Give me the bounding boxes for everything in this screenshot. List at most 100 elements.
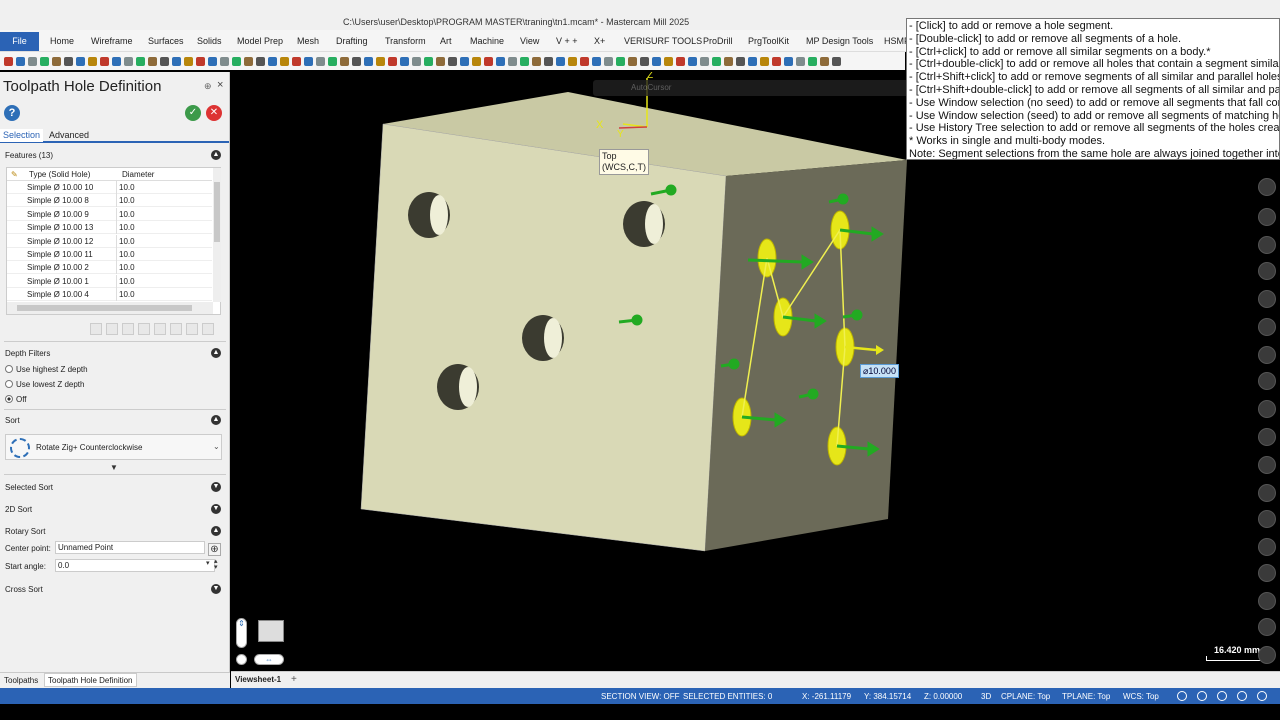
menu-xplus[interactable]: X+: [594, 36, 605, 46]
viewsheet-tab[interactable]: Viewsheet-1: [235, 675, 281, 684]
toolbar-tool-icon[interactable]: [484, 56, 493, 66]
pin-icon[interactable]: ⊕: [204, 81, 212, 92]
sort-2d-expand-icon[interactable]: ▼: [211, 504, 221, 514]
toolbar-tool-icon[interactable]: [700, 56, 709, 66]
tab-advanced[interactable]: Advanced: [46, 129, 92, 142]
toolbar-tool-icon[interactable]: [688, 56, 697, 66]
add-viewsheet-button[interactable]: +: [291, 674, 297, 685]
rotate-icon[interactable]: [236, 654, 247, 665]
tool-icon[interactable]: [1258, 510, 1276, 528]
toolbar-tool-icon[interactable]: [808, 56, 817, 66]
table-row[interactable]: Simple Ø 10.00 13 10.0: [7, 221, 212, 235]
toolbar-tool-icon[interactable]: [256, 56, 265, 66]
menu-model-prep[interactable]: Model Prep: [237, 36, 283, 46]
table-row[interactable]: Simple Ø 10.00 11 10.0: [7, 248, 212, 261]
status-section-view[interactable]: SECTION VIEW: OFF: [601, 692, 680, 701]
radio-highest-z[interactable]: Use highest Z depth: [5, 365, 88, 374]
status-cplane[interactable]: CPLANE: Top: [1001, 692, 1050, 701]
spinner-icon[interactable]: ▾: [206, 560, 210, 567]
tool-icon[interactable]: [1258, 618, 1276, 636]
tool-icon[interactable]: [1258, 400, 1276, 418]
toolbar-tool-icon[interactable]: [268, 56, 277, 66]
toolbar-tool-icon[interactable]: [28, 56, 37, 66]
depth-filters-collapse-icon[interactable]: ▲: [211, 348, 221, 358]
toolbar-tool-icon[interactable]: [580, 56, 589, 66]
toolbar-tool-icon[interactable]: [40, 56, 49, 66]
toolbar-tool-icon[interactable]: [280, 56, 289, 66]
table-row[interactable]: Simple Ø 10.00 10 10.0: [7, 181, 212, 194]
column-type[interactable]: Type (Solid Hole): [29, 170, 90, 179]
toolbar-tool-icon[interactable]: [244, 56, 253, 66]
globe-icon[interactable]: [1177, 691, 1187, 701]
view-cube[interactable]: [258, 620, 284, 642]
table-row[interactable]: Simple Ø 10.00 1 10.0: [7, 274, 212, 288]
tool-icon[interactable]: [1258, 262, 1276, 280]
table-row[interactable]: Simple Ø 10.00 8 10.0: [7, 194, 212, 208]
menu-transform[interactable]: Transform: [385, 36, 426, 46]
toolbar-tool-icon[interactable]: [292, 56, 301, 66]
move-up-icon[interactable]: [170, 323, 182, 335]
toolbar-tool-icon[interactable]: [400, 56, 409, 66]
radio-selected-icon[interactable]: [5, 395, 13, 403]
menu-wireframe[interactable]: Wireframe: [91, 36, 133, 46]
toolbar-tool-icon[interactable]: [160, 56, 169, 66]
toolbar-tool-icon[interactable]: [388, 56, 397, 66]
toolbar-tool-icon[interactable]: [328, 56, 337, 66]
tab-toolpaths[interactable]: Toolpaths: [4, 676, 38, 685]
menu-file[interactable]: File: [0, 32, 39, 51]
table-vertical-scrollbar[interactable]: [213, 168, 221, 302]
radio-lowest-z[interactable]: Use lowest Z depth: [5, 380, 84, 389]
menu-art[interactable]: Art: [440, 36, 452, 46]
toolbar-tool-icon[interactable]: [52, 56, 61, 66]
radio-icon[interactable]: [5, 380, 13, 388]
menu-prgtoolkit[interactable]: PrgToolKit: [748, 36, 789, 46]
toolbar-tool-icon[interactable]: [148, 56, 157, 66]
toolbar-tool-icon[interactable]: [748, 56, 757, 66]
menu-mesh[interactable]: Mesh: [297, 36, 319, 46]
sphere-icon[interactable]: [1217, 691, 1227, 701]
menu-view[interactable]: View: [520, 36, 539, 46]
toolbar-tool-icon[interactable]: [760, 56, 769, 66]
toolbar-tool-icon[interactable]: [448, 56, 457, 66]
table-row[interactable]: Simple Ø 10.00 4 10.0: [7, 288, 212, 302]
toolbar-tool-icon[interactable]: [712, 56, 721, 66]
toolbar-tool-icon[interactable]: [736, 56, 745, 66]
close-icon[interactable]: ×: [217, 79, 223, 91]
toolbar-tool-icon[interactable]: [232, 56, 241, 66]
tool-icon[interactable]: [1258, 646, 1276, 664]
toolbar-tool-icon[interactable]: [496, 56, 505, 66]
sphere-icon[interactable]: [1237, 691, 1247, 701]
tool-icon[interactable]: [1258, 592, 1276, 610]
toolbar-tool-icon[interactable]: [544, 56, 553, 66]
toolbar-tool-icon[interactable]: [652, 56, 661, 66]
toolbar-tool-icon[interactable]: [184, 56, 193, 66]
tool-icon[interactable]: [1258, 346, 1276, 364]
status-selected-entities[interactable]: SELECTED ENTITIES: 0: [683, 692, 772, 701]
deselect-icon[interactable]: [106, 323, 118, 335]
tool-icon[interactable]: [1258, 564, 1276, 582]
cross-sort-expand-icon[interactable]: ▼: [211, 584, 221, 594]
menu-surfaces[interactable]: Surfaces: [148, 36, 184, 46]
block-side-face[interactable]: [705, 160, 907, 551]
toolbar-tool-icon[interactable]: [304, 56, 313, 66]
menu-mp-design-tools[interactable]: MP Design Tools: [806, 36, 873, 46]
cancel-button[interactable]: ✕: [206, 105, 222, 121]
toolbar-tool-icon[interactable]: [412, 56, 421, 66]
graphics-viewport[interactable]: Z X Y AutoCursor Top (WCS,C,T) ⌀10.000 ⇕…: [231, 72, 1280, 670]
toolbar-tool-icon[interactable]: [136, 56, 145, 66]
reverse-icon[interactable]: [154, 323, 166, 335]
toolbar-tool-icon[interactable]: [112, 56, 121, 66]
visibility-icon[interactable]: [1257, 691, 1267, 701]
start-angle-field[interactable]: 0.0: [55, 559, 215, 572]
toolbar-tool-icon[interactable]: [592, 56, 601, 66]
toolbar-tool-icon[interactable]: [628, 56, 637, 66]
help-button[interactable]: ?: [4, 105, 20, 121]
table-row[interactable]: Simple Ø 10.00 12 10.0: [7, 234, 212, 248]
radio-off[interactable]: Off: [5, 395, 27, 404]
toolbar-tool-icon[interactable]: [196, 56, 205, 66]
toolbar-tool-icon[interactable]: [508, 56, 517, 66]
crosshair-icon[interactable]: ⊕: [208, 543, 221, 556]
toolbar-tool-icon[interactable]: [76, 56, 85, 66]
toolbar-tool-icon[interactable]: [604, 56, 613, 66]
status-wcs[interactable]: WCS: Top: [1123, 692, 1159, 701]
